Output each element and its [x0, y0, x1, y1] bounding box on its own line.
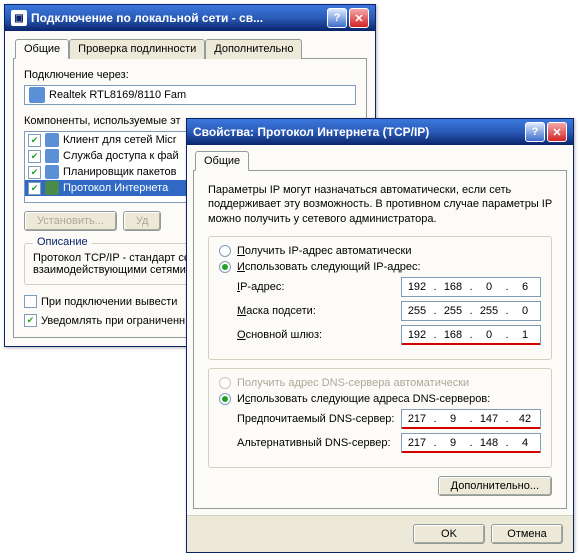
dns2-input[interactable]: 217. 9. 148. 4 [401, 433, 541, 453]
radio-auto-dns: Получить адрес DNS-сервера автоматически [219, 377, 541, 389]
window-title: Свойства: Протокол Интернета (TCP/IP) [193, 125, 525, 139]
radio-icon [219, 377, 231, 389]
checkbox-icon[interactable] [24, 295, 37, 308]
checkbox-icon[interactable]: ✔ [28, 134, 41, 147]
window-title: Подключение по локальной сети - св... [31, 11, 327, 25]
component-label: Клиент для сетей Micr [63, 134, 176, 146]
connect-via-label: Подключение через: [24, 69, 356, 81]
cancel-button[interactable]: Отмена [491, 524, 563, 544]
component-label: Планировщик пакетов [63, 166, 176, 178]
tcpip-properties-window: Свойства: Протокол Интернета (TCP/IP) ? … [186, 118, 574, 553]
dns1-input[interactable]: 217. 9. 147. 42 [401, 409, 541, 429]
check-label: При подключении вывести [41, 296, 177, 308]
tab-authentication[interactable]: Проверка подлинности [69, 39, 205, 59]
tab-general[interactable]: Общие [195, 151, 249, 171]
subnet-mask-input[interactable]: 255. 255. 255. 0 [401, 301, 541, 321]
radio-label: Использовать следующие адреса DNS-сервер… [237, 393, 490, 405]
checkbox-icon[interactable]: ✔ [28, 150, 41, 163]
radio-label: Получить адрес DNS-сервера автоматически [237, 377, 469, 389]
info-text: Параметры IP могут назначаться автоматич… [208, 183, 552, 226]
close-button[interactable]: ✕ [547, 122, 567, 142]
description-group-label: Описание [33, 236, 92, 248]
checkbox-icon[interactable]: ✔ [28, 166, 41, 179]
ip-settings-group: Получить IP-адрес автоматически Использо… [208, 236, 552, 360]
adapter-dropdown[interactable]: Realtek RTL8169/8110 Fam [24, 85, 356, 105]
gateway-input[interactable]: 192. 168. 0. 1 [401, 325, 541, 345]
subnet-mask-label: Маска подсети: [237, 305, 401, 317]
client-icon [45, 133, 59, 147]
radio-label: Использовать следующий IP-адрес: [237, 261, 421, 273]
tabs: Общие Проверка подлинности Дополнительно [13, 39, 367, 59]
component-label: Протокол Интернета [63, 182, 168, 194]
adapter-icon [29, 87, 45, 103]
install-button[interactable]: Установить... [24, 211, 117, 231]
tab-panel-general: Параметры IP могут назначаться автоматич… [193, 170, 567, 509]
help-button[interactable]: ? [525, 122, 545, 142]
adapter-name: Realtek RTL8169/8110 Fam [49, 89, 186, 101]
lan-icon: ▣ [11, 10, 27, 26]
tabs: Общие [193, 151, 567, 171]
dns2-label: Альтернативный DNS-сервер: [237, 437, 401, 449]
radio-manual-ip[interactable]: Использовать следующий IP-адрес: [219, 261, 541, 273]
radio-auto-ip[interactable]: Получить IP-адрес автоматически [219, 245, 541, 257]
help-button[interactable]: ? [327, 8, 347, 28]
gateway-label: Основной шлюз: [237, 329, 401, 341]
checkbox-icon[interactable]: ✔ [24, 314, 37, 327]
remove-button[interactable]: Уд [123, 211, 162, 231]
dialog-buttons: OK Отмена [187, 515, 573, 552]
advanced-button[interactable]: Дополнительно... [438, 476, 552, 496]
tab-advanced[interactable]: Дополнительно [205, 39, 302, 59]
radio-icon[interactable] [219, 393, 231, 405]
radio-icon[interactable] [219, 261, 231, 273]
checkbox-icon[interactable]: ✔ [28, 182, 41, 195]
radio-label: Получить IP-адрес автоматически [237, 245, 411, 257]
radio-manual-dns[interactable]: Использовать следующие адреса DNS-сервер… [219, 393, 541, 405]
service-icon [45, 149, 59, 163]
titlebar[interactable]: ▣ Подключение по локальной сети - св... … [5, 5, 375, 31]
close-button[interactable]: ✕ [349, 8, 369, 28]
ip-address-input[interactable]: 192. 168. 0. 6 [401, 277, 541, 297]
radio-icon[interactable] [219, 245, 231, 257]
titlebar[interactable]: Свойства: Протокол Интернета (TCP/IP) ? … [187, 119, 573, 145]
tab-general[interactable]: Общие [15, 39, 69, 59]
protocol-icon [45, 181, 59, 195]
ip-address-label: IP-адрес: [237, 281, 401, 293]
dns1-label: Предпочитаемый DNS-сервер: [237, 413, 401, 425]
component-label: Служба доступа к фай [63, 150, 179, 162]
ok-button[interactable]: OK [413, 524, 485, 544]
dns-settings-group: Получить адрес DNS-сервера автоматически… [208, 368, 552, 468]
scheduler-icon [45, 165, 59, 179]
